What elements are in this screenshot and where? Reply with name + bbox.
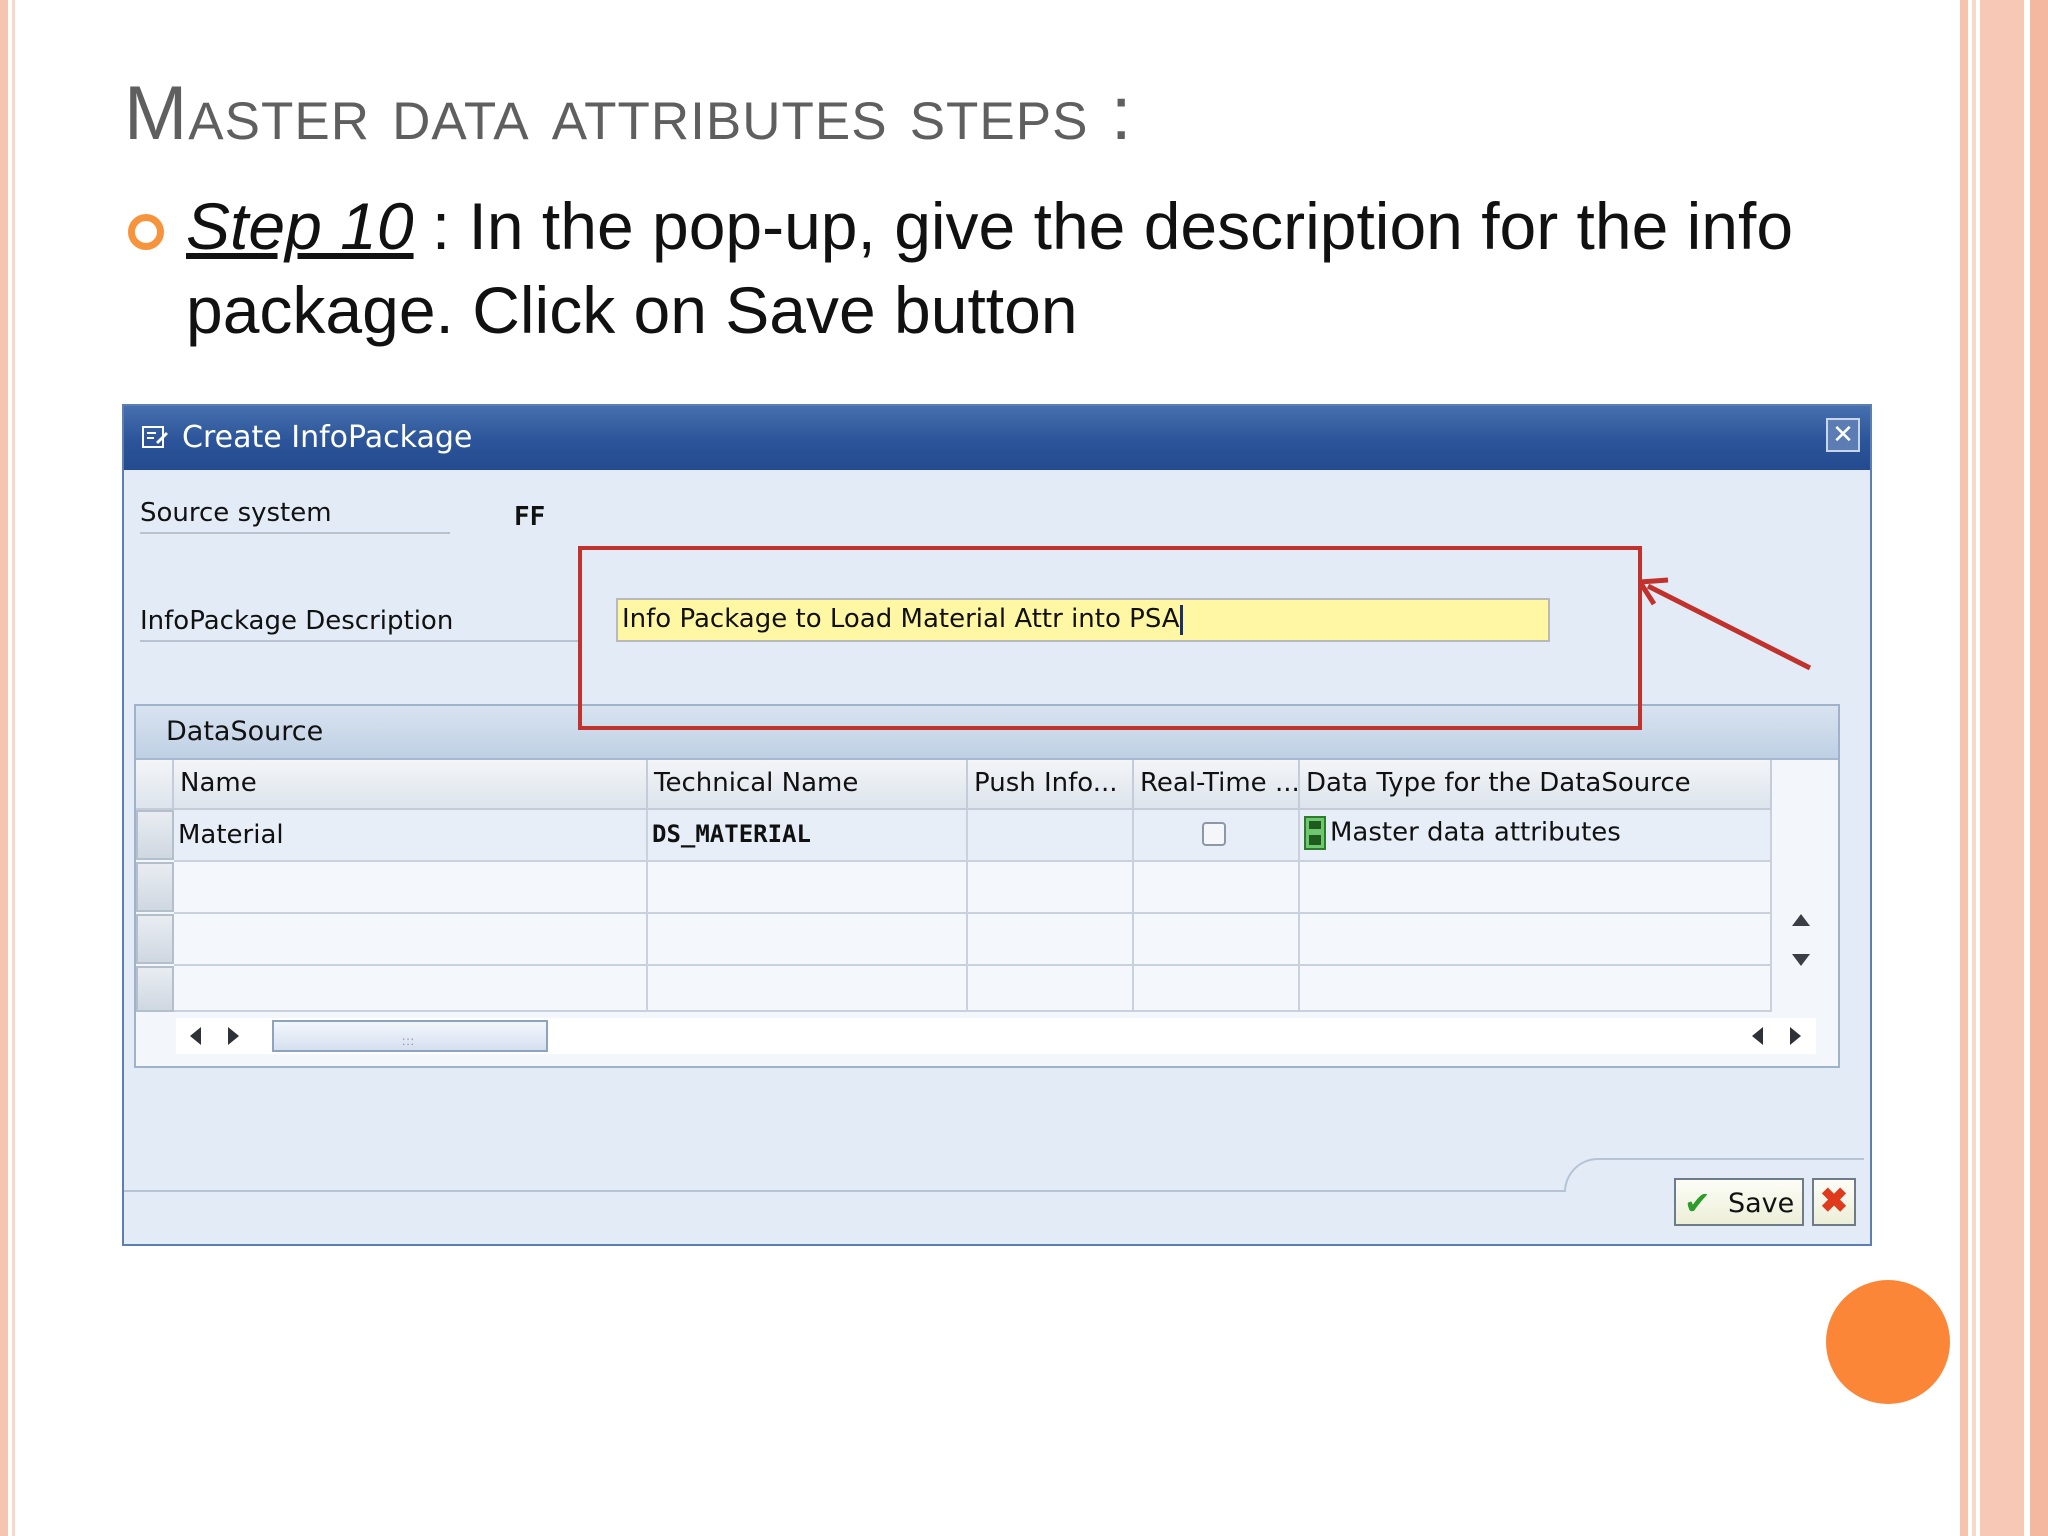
description-label: InfoPackage Description: [140, 606, 580, 642]
bullet-marker-icon: [128, 214, 164, 250]
cell-empty: [1300, 914, 1772, 966]
cell-name: Material: [174, 810, 648, 862]
cell-empty: [1300, 966, 1772, 1012]
datasource-type-icon: [1304, 816, 1326, 850]
scrollbar-thumb[interactable]: :::: [272, 1020, 548, 1052]
cancel-icon[interactable]: ✖: [1812, 1178, 1856, 1226]
highlight-annotation-box: [578, 546, 1642, 730]
cell-empty: [174, 966, 648, 1012]
table-row[interactable]: [136, 862, 1812, 914]
datasource-panel: DataSource Name Technical Name Push Info…: [134, 704, 1840, 1068]
dialog-titlebar: Create InfoPackage ✕: [124, 406, 1870, 470]
column-header-real-time[interactable]: Real-Time ...: [1134, 760, 1300, 810]
scroll-right-icon[interactable]: [1790, 1027, 1801, 1045]
table-row[interactable]: [136, 966, 1812, 1012]
slide-border-right-b: [1972, 0, 1976, 1536]
cell-real-time: [1134, 810, 1300, 862]
row-selector[interactable]: [136, 810, 174, 860]
cell-empty: [968, 914, 1134, 966]
footer-divider: [124, 1190, 1564, 1192]
cell-technical-name: DS_MATERIAL: [648, 810, 968, 862]
scroll-left-icon[interactable]: [1752, 1027, 1763, 1045]
cell-empty: [1134, 862, 1300, 914]
annotation-arrow: [1637, 577, 1812, 671]
table-row[interactable]: Material DS_MATERIAL Master data attribu…: [136, 810, 1812, 862]
dialog-title: Create InfoPackage: [182, 420, 473, 455]
slide-title: Master data attributes steps :: [124, 71, 1133, 156]
source-system-value: FF: [514, 502, 546, 532]
datasource-title: DataSource: [166, 716, 324, 747]
slide-border-right-a: [1960, 0, 1968, 1536]
scroll-left-icon[interactable]: [190, 1027, 201, 1045]
bullet-text: Step 10 : In the pop-up, give the descri…: [186, 184, 1826, 352]
cell-empty: [648, 862, 968, 914]
cell-push-info: [968, 810, 1134, 862]
slide-border-right-c: [1980, 0, 2024, 1536]
save-button-label: Save: [1728, 1188, 1795, 1219]
cell-empty: [174, 862, 648, 914]
data-type-text: Master data attributes: [1330, 817, 1621, 848]
cell-empty: [648, 914, 968, 966]
save-button[interactable]: ✔ Save: [1674, 1178, 1804, 1226]
horizontal-scrollbar[interactable]: :::: [176, 1018, 1816, 1054]
cell-data-type: Master data attributes: [1300, 810, 1772, 862]
cell-empty: [1134, 966, 1300, 1012]
scroll-up-icon[interactable]: [1792, 914, 1810, 926]
column-header-push-info[interactable]: Push Info...: [968, 760, 1134, 810]
create-infopackage-icon: [142, 426, 168, 448]
cell-empty: [648, 966, 968, 1012]
column-header-technical-name[interactable]: Technical Name: [648, 760, 968, 810]
slide-border-right-d: [2030, 0, 2048, 1536]
scroll-right-icon[interactable]: [228, 1027, 239, 1045]
row-selector[interactable]: [136, 862, 174, 912]
row-selector[interactable]: [136, 966, 174, 1012]
real-time-checkbox[interactable]: [1202, 822, 1226, 846]
table-row[interactable]: [136, 914, 1812, 966]
close-icon[interactable]: ✕: [1826, 418, 1860, 452]
cell-empty: [968, 862, 1134, 914]
select-all-column[interactable]: [136, 760, 174, 810]
cell-empty: [1134, 914, 1300, 966]
bullet-instruction: : In the pop-up, give the description fo…: [186, 189, 1794, 347]
slide-border-left: [0, 0, 8, 1536]
cell-empty: [174, 914, 648, 966]
column-header-data-type[interactable]: Data Type for the DataSource: [1300, 760, 1772, 810]
create-infopackage-dialog: Create InfoPackage ✕ Source system FF In…: [122, 404, 1872, 1246]
source-system-label: Source system: [140, 498, 450, 534]
checkmark-icon: ✔: [1684, 1184, 1711, 1222]
cell-empty: [968, 966, 1134, 1012]
slide-border-left-inner: [12, 0, 15, 1536]
scroll-down-icon[interactable]: [1792, 954, 1810, 966]
cell-empty: [1300, 862, 1772, 914]
decorative-circle: [1826, 1280, 1950, 1404]
column-header-name[interactable]: Name: [174, 760, 648, 810]
bullet-step-label: Step 10: [186, 189, 414, 263]
row-selector[interactable]: [136, 914, 174, 964]
